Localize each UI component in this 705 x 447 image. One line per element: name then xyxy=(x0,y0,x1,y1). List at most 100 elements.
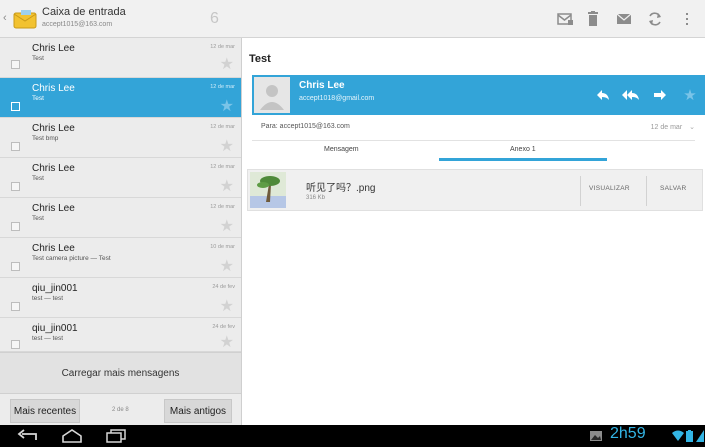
list-item[interactable]: Chris Lee Test 12 de mar ★ xyxy=(0,198,241,238)
inbox-envelope-icon[interactable] xyxy=(13,9,37,29)
message-subject: Test xyxy=(32,55,44,62)
star-icon[interactable]: ★ xyxy=(220,96,234,116)
tab-attachment[interactable]: Anexo 1 xyxy=(510,146,536,153)
list-item[interactable]: Chris Lee Test 12 de mar ★ xyxy=(0,38,241,78)
list-item[interactable]: qiu_jin001 test — test 24 de fev ★ xyxy=(0,278,241,318)
content-tabs: Mensagem Anexo 1 xyxy=(252,140,695,162)
star-icon[interactable]: ★ xyxy=(220,256,234,276)
list-item[interactable]: Chris Lee Test 12 de mar ★ xyxy=(0,158,241,198)
account-email: accept1015@163.com xyxy=(42,21,113,28)
message-subject: Test camera picture — Test xyxy=(32,255,111,262)
list-item[interactable]: qiu_jin001 test — test 24 de fev ★ xyxy=(0,318,241,352)
message-sender: Chris Lee xyxy=(32,123,75,134)
message-sender: qiu_jin001 xyxy=(32,323,78,334)
load-more-button[interactable]: Carregar mais mensagens xyxy=(0,352,241,394)
message-checkbox[interactable] xyxy=(11,142,20,151)
avatar[interactable] xyxy=(254,77,290,113)
message-checkbox[interactable] xyxy=(11,182,20,191)
message-checkbox[interactable] xyxy=(11,60,20,69)
message-checkbox[interactable] xyxy=(11,340,20,349)
recent-apps-icon[interactable] xyxy=(105,429,127,443)
tab-message[interactable]: Mensagem xyxy=(324,146,359,153)
refresh-icon[interactable] xyxy=(645,9,665,29)
message-checkbox[interactable] xyxy=(11,262,20,271)
message-subject: test — test xyxy=(32,295,64,302)
message-sender: Chris Lee xyxy=(32,203,75,214)
signal-icon xyxy=(696,430,704,442)
message-subject: Test xyxy=(32,95,44,102)
message-list-pane: Chris Lee Test 12 de mar ★ Chris Lee Tes… xyxy=(0,38,242,425)
star-icon[interactable]: ★ xyxy=(220,332,234,352)
message-subject: Test xyxy=(32,215,44,222)
expand-details-icon[interactable]: ⌄ xyxy=(689,124,695,131)
star-icon[interactable]: ★ xyxy=(220,216,234,236)
message-checkbox[interactable] xyxy=(11,102,20,111)
reading-pane: Test Chris Lee accept1018@gmail.com ★ Pa… xyxy=(242,38,705,425)
list-item-selected[interactable]: Chris Lee Test 12 de mar ★ xyxy=(0,78,241,118)
star-icon[interactable]: ★ xyxy=(220,176,234,196)
mark-unread-icon[interactable] xyxy=(555,9,575,29)
email-date: 12 de mar ⌄ xyxy=(651,123,695,131)
message-checkbox[interactable] xyxy=(11,302,20,311)
battery-icon xyxy=(686,430,693,442)
star-icon[interactable]: ★ xyxy=(220,296,234,316)
list-item[interactable]: Chris Lee Test camera picture — Test 10 … xyxy=(0,238,241,278)
page-indicator: 2 de 8 xyxy=(112,407,129,413)
message-date: 12 de mar xyxy=(210,84,235,90)
inbox-title[interactable]: Caixa de entrada xyxy=(42,6,126,18)
message-sender: Chris Lee xyxy=(32,43,75,54)
list-item[interactable]: Chris Lee Test bmp 12 de mar ★ xyxy=(0,118,241,158)
message-date: 24 de fev xyxy=(212,324,235,330)
star-icon[interactable]: ★ xyxy=(220,136,234,156)
sender-name: Chris Lee xyxy=(299,80,345,91)
unread-count: 6 xyxy=(210,10,219,27)
message-sender: Chris Lee xyxy=(32,83,75,94)
email-date-text: 12 de mar xyxy=(650,124,683,131)
message-sender: Chris Lee xyxy=(32,163,75,174)
reply-icon[interactable] xyxy=(593,85,613,105)
message-subject: Test xyxy=(32,175,44,182)
save-button[interactable]: SALVAR xyxy=(660,185,687,192)
message-sender: qiu_jin001 xyxy=(32,283,78,294)
move-icon[interactable] xyxy=(614,9,634,29)
attachment-size: 316 Kb xyxy=(306,195,326,201)
attachment-item[interactable]: 听见了吗？.png 316 Kb VISUALIZAR SALVAR xyxy=(247,169,703,211)
star-icon[interactable]: ★ xyxy=(680,85,700,105)
email-subject: Test xyxy=(249,53,271,65)
message-sender: Chris Lee xyxy=(32,243,75,254)
sender-header: Chris Lee accept1018@gmail.com ★ xyxy=(252,75,705,115)
action-bar: ‹ Caixa de entrada accept1015@163.com 6 xyxy=(0,0,705,38)
message-date: 12 de mar xyxy=(210,164,235,170)
message-checkbox[interactable] xyxy=(11,222,20,231)
wifi-icon xyxy=(672,430,684,441)
attachment-thumbnail[interactable] xyxy=(250,172,286,208)
message-date: 24 de fev xyxy=(212,284,235,290)
up-navigation-icon[interactable]: ‹ xyxy=(3,12,7,24)
newer-button[interactable]: Mais recentes xyxy=(10,399,80,423)
message-date: 12 de mar xyxy=(210,204,235,210)
message-date: 12 de mar xyxy=(210,44,235,50)
status-clock[interactable]: 2h59 xyxy=(610,425,646,443)
gallery-notification-icon[interactable] xyxy=(590,431,602,441)
recipient-line: Para: accept1015@163.com xyxy=(261,123,350,130)
older-button[interactable]: Mais antigos xyxy=(164,399,232,423)
message-date: 12 de mar xyxy=(210,124,235,130)
sender-email: accept1018@gmail.com xyxy=(299,95,375,102)
reply-all-icon[interactable] xyxy=(621,85,641,105)
divider xyxy=(646,176,647,206)
star-icon[interactable]: ★ xyxy=(220,54,234,74)
tab-indicator xyxy=(439,158,607,161)
attachment-name: 听见了吗？.png xyxy=(306,183,376,194)
message-subject: Test bmp xyxy=(32,135,59,142)
home-icon[interactable] xyxy=(61,429,83,443)
forward-icon[interactable] xyxy=(650,85,670,105)
pager: Mais recentes 2 de 8 Mais antigos xyxy=(0,395,241,425)
back-icon[interactable] xyxy=(16,429,40,443)
view-button[interactable]: VISUALIZAR xyxy=(589,185,630,192)
message-date: 10 de mar xyxy=(210,244,235,250)
overflow-menu-icon[interactable] xyxy=(677,9,697,29)
delete-icon[interactable] xyxy=(583,9,603,29)
message-subject: test — test xyxy=(32,335,64,342)
system-bar: 2h59 xyxy=(0,425,705,447)
divider xyxy=(580,176,581,206)
